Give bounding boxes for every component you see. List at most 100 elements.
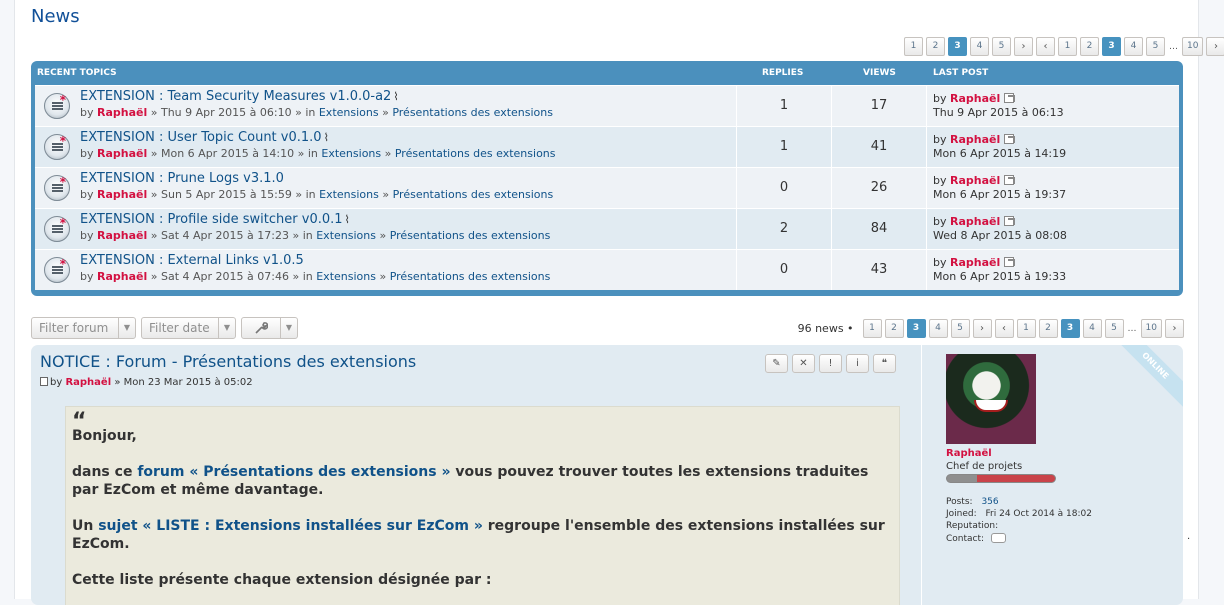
last-author[interactable]: Raphaël [950,256,1000,269]
page-4-button[interactable]: 4 [1124,37,1143,56]
filter-date-button[interactable]: Filter date ▼ [141,317,236,339]
page-4-button[interactable]: 4 [970,37,989,56]
post-author[interactable]: Raphaël [65,377,111,388]
topic-author[interactable]: Raphaël [97,188,147,201]
paperclip-icon: ⌇ [393,90,399,103]
last-author[interactable]: Raphaël [950,92,1000,105]
topic-author[interactable]: Raphaël [97,270,147,283]
topic-author[interactable]: Raphaël [97,106,147,119]
avatar[interactable] [946,354,1036,444]
post-paragraph: Bonjour, [72,428,137,444]
subforum-link[interactable]: Présentations des extensions [395,147,556,160]
page-1-button[interactable]: 1 [862,319,882,338]
topic-title-text[interactable]: EXTENSION : Team Security Measures v1.0.… [80,89,391,104]
next-page-button[interactable]: › [1206,37,1224,56]
topic-title[interactable]: EXTENSION : Profile side switcher v0.0.1… [80,212,350,227]
topic-title[interactable]: EXTENSION : External Links v1.0.5 [80,253,304,268]
topic-author[interactable]: Raphaël [97,147,147,160]
page-4-button[interactable]: 4 [1082,319,1102,338]
page-5-button[interactable]: 5 [1104,319,1124,338]
filter-date-label: Filter date [149,321,210,335]
topic-title[interactable]: EXTENSION : Prune Logs v3.1.0 [80,171,284,186]
topic-title-text[interactable]: EXTENSION : Profile side switcher v0.0.1 [80,212,343,227]
page-3-button[interactable]: 3 [906,319,926,338]
topic-unread-icon[interactable] [44,175,70,201]
prev-page-button[interactable]: ‹ [1036,37,1055,56]
page-5-button[interactable]: 5 [950,319,970,338]
topic-replies: 2 [737,209,832,249]
profile-contact: Contact: [946,533,1006,544]
filter-forum-button[interactable]: Filter forum ▼ [31,317,136,339]
page-2-button[interactable]: 2 [1080,37,1099,56]
page-1-button[interactable]: 1 [1016,319,1036,338]
profile-username[interactable]: Raphaël [946,448,992,459]
report-button[interactable]: ! [819,354,842,373]
forum-link[interactable]: Extensions [316,270,376,283]
last-author[interactable]: Raphaël [950,215,1000,228]
forum-link[interactable]: Extensions [321,147,381,160]
topic-title-text[interactable]: EXTENSION : User Topic Count v0.1.0 [80,130,322,145]
view-latest-post-icon[interactable] [1004,175,1016,185]
current-page-button[interactable]: 3 [1060,319,1080,338]
view-latest-post-icon[interactable] [1004,216,1016,226]
topic-title[interactable]: EXTENSION : User Topic Count v0.1.0 ⌇ [80,130,329,145]
prev-page-button[interactable]: ‹ [994,319,1014,338]
page-5-button[interactable]: 5 [992,37,1011,56]
contact-icon[interactable] [990,533,1006,543]
topic-replies: 0 [737,250,832,290]
topic-main: EXTENSION : External Links v1.0.5 by Raph… [35,250,737,290]
last-post-line: by Raphaël [933,92,1064,106]
tools-button[interactable]: ▼ [241,317,298,339]
contact-label: Contact: [946,534,985,544]
next-page-button[interactable]: › [1165,319,1184,338]
topic-unread-icon[interactable] [44,257,70,283]
forum-link[interactable]: Extensions [319,106,379,119]
subforum-link[interactable]: Présentations des extensions [392,106,553,119]
topic-author[interactable]: Raphaël [97,229,147,242]
topic-main: EXTENSION : Prune Logs v3.1.0 by Raphaël … [35,168,737,208]
topic-date: » Sat 4 Apr 2015 à 07:46 » in [150,270,313,283]
topic-last-post: by Raphaël Mon 6 Apr 2015 à 19:37 [927,168,1066,208]
forum-link[interactable]: forum « Présentations des extensions » [137,464,450,480]
topic-title[interactable]: EXTENSION : Team Security Measures v1.0.… [80,89,399,104]
subforum-link[interactable]: Présentations des extensions [390,270,551,283]
last-page-button[interactable]: 10 [1182,37,1204,56]
joined-date: Fri 24 Oct 2014 à 18:02 [985,509,1092,519]
next-page-button[interactable]: › [1014,37,1033,56]
post-title[interactable]: NOTICE : Forum - Présentations des exten… [40,352,416,371]
view-latest-post-icon[interactable] [1004,134,1016,144]
page-5-button[interactable]: 5 [1146,37,1165,56]
post-icon[interactable] [40,377,48,386]
forum-link[interactable]: Extensions [319,188,379,201]
topic-unread-icon[interactable] [44,93,70,119]
page-2-button[interactable]: 2 [926,37,945,56]
current-page-button[interactable]: 3 [1102,37,1121,56]
last-by: by [933,215,947,228]
page-3-button[interactable]: 3 [948,37,967,56]
next-page-button[interactable]: › [972,319,992,338]
delete-button[interactable]: ✕ [792,354,815,373]
post-by: by [50,377,63,388]
view-latest-post-icon[interactable] [1004,93,1016,103]
page-4-button[interactable]: 4 [928,319,948,338]
topic-link[interactable]: sujet « LISTE : Extensions installées su… [98,518,483,534]
forum-link[interactable]: Extensions [316,229,376,242]
quote-button[interactable]: ❝ [873,354,896,373]
topic-title-text[interactable]: EXTENSION : External Links v1.0.5 [80,253,304,268]
edit-button[interactable]: ✎ [765,354,788,373]
last-page-button[interactable]: 10 [1140,319,1162,338]
page-1-button[interactable]: 1 [904,37,923,56]
posts-count[interactable]: 356 [981,497,998,507]
last-author[interactable]: Raphaël [950,174,1000,187]
topic-title-text[interactable]: EXTENSION : Prune Logs v3.1.0 [80,171,284,186]
subforum-link[interactable]: Présentations des extensions [390,229,551,242]
topic-unread-icon[interactable] [44,134,70,160]
page-2-button[interactable]: 2 [1038,319,1058,338]
topic-unread-icon[interactable] [44,216,70,242]
page-2-button[interactable]: 2 [884,319,904,338]
view-latest-post-icon[interactable] [1004,257,1016,267]
last-author[interactable]: Raphaël [950,133,1000,146]
page-1-button[interactable]: 1 [1058,37,1077,56]
subforum-link[interactable]: Présentations des extensions [393,188,554,201]
info-button[interactable]: i [846,354,869,373]
